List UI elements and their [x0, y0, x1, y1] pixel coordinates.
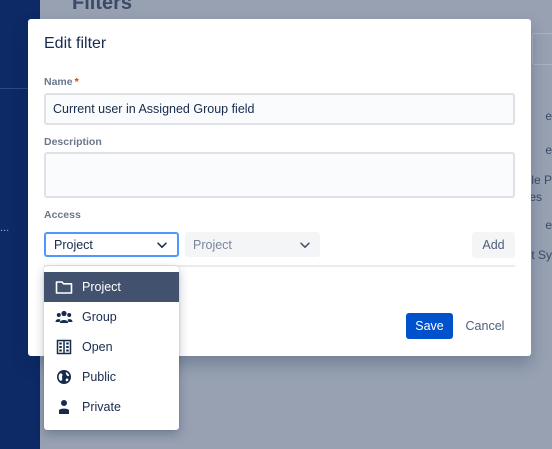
project-select-placeholder: Project: [193, 237, 232, 252]
menu-item-group[interactable]: Group: [44, 302, 179, 332]
menu-item-open[interactable]: Open: [44, 332, 179, 362]
save-button[interactable]: Save: [406, 313, 453, 339]
menu-item-project[interactable]: Project: [44, 272, 179, 302]
required-marker: *: [74, 76, 79, 88]
description-label: Description: [44, 136, 102, 148]
building-icon: [55, 338, 73, 356]
background-text-fragment: e: [545, 109, 552, 123]
sidebar-ellipsis: ...: [0, 222, 10, 234]
name-field-value: Current user in Assigned Group field: [53, 102, 255, 116]
access-type-menu: Project Group Open Public Private: [44, 266, 179, 430]
menu-item-label: Open: [82, 340, 113, 354]
name-label: Name *: [44, 76, 79, 88]
globe-icon: [55, 368, 73, 386]
project-select[interactable]: Project: [185, 232, 320, 257]
person-icon: [55, 398, 73, 416]
menu-item-label: Private: [82, 400, 121, 414]
chevron-down-icon: [157, 241, 167, 248]
menu-item-label: Public: [82, 370, 117, 384]
menu-item-label: Group: [82, 310, 117, 324]
background-text-fragment: e: [545, 143, 552, 157]
chevron-down-icon: [300, 241, 310, 248]
group-icon: [55, 308, 73, 326]
menu-item-public[interactable]: Public: [44, 362, 179, 392]
description-field[interactable]: [44, 152, 515, 198]
access-type-value: Project: [54, 237, 93, 252]
menu-item-private[interactable]: Private: [44, 392, 179, 422]
dialog-title: Edit filter: [44, 35, 107, 52]
background-input-fragment: [532, 33, 552, 65]
cancel-button[interactable]: Cancel: [458, 313, 512, 339]
background-text-fragment: es: [529, 190, 542, 204]
name-label-text: Name: [44, 76, 73, 88]
background-text-fragment: e: [545, 218, 552, 232]
access-label: Access: [44, 209, 81, 221]
menu-item-label: Project: [82, 280, 121, 294]
background-text-fragment: t Sy: [531, 248, 552, 262]
add-access-button[interactable]: Add: [472, 232, 515, 258]
page-title: Filters: [72, 0, 133, 14]
folder-icon: [55, 278, 73, 296]
name-field[interactable]: Current user in Assigned Group field: [44, 93, 515, 125]
access-type-select[interactable]: Project: [44, 232, 179, 257]
